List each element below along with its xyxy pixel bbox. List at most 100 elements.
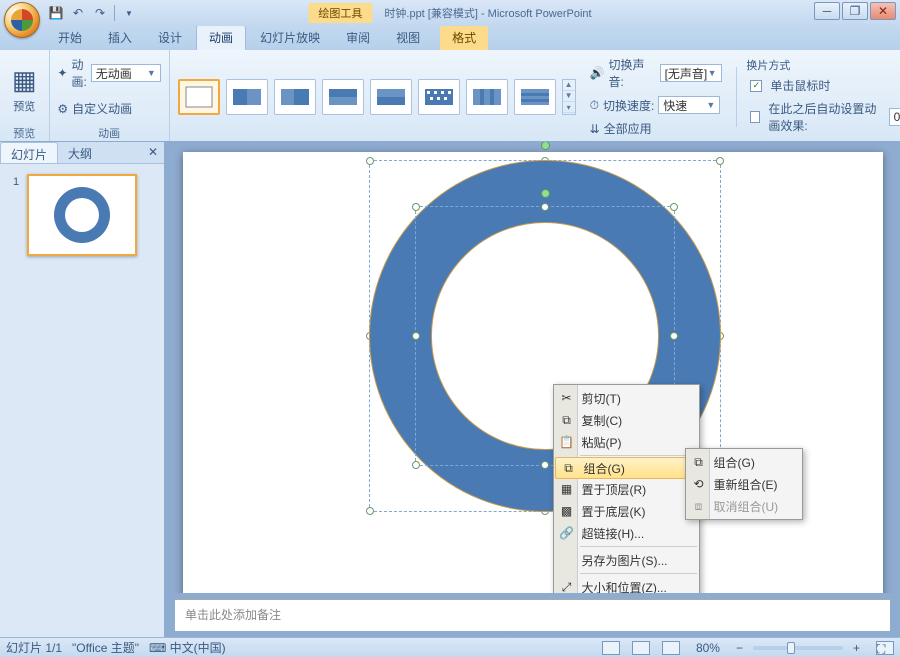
fit-window-icon[interactable]: ⛶ bbox=[876, 641, 894, 655]
resize-handle[interactable] bbox=[716, 157, 724, 165]
restore-button[interactable]: ❐ bbox=[842, 2, 868, 20]
anim-combo-row: ✦动画:无动画▼ bbox=[53, 54, 164, 92]
tab-view[interactable]: 视图 bbox=[384, 25, 432, 50]
anim-value: 无动画 bbox=[96, 65, 132, 82]
view-normal-icon[interactable] bbox=[602, 641, 620, 655]
resize-handle[interactable] bbox=[366, 157, 374, 165]
trans-item[interactable] bbox=[466, 79, 508, 115]
sound-icon: 🔊 bbox=[590, 66, 605, 80]
tab-anim[interactable]: 动画 bbox=[196, 24, 246, 50]
minimize-button[interactable]: ─ bbox=[814, 2, 840, 20]
slide-editor[interactable]: ✂剪切(T) ⧉复制(C) 📋粘贴(P) ⧉组合(G)▶ ▦置于顶层(R)▶ ▩… bbox=[165, 142, 900, 593]
save-icon[interactable]: 💾 bbox=[46, 3, 66, 23]
view-show-icon[interactable] bbox=[662, 641, 680, 655]
zoom-out-icon[interactable]: − bbox=[736, 641, 743, 655]
menu-hyperlink[interactable]: 🔗超链接(H)... bbox=[554, 522, 699, 544]
size-icon: ⤢ bbox=[558, 580, 576, 594]
undo-icon[interactable]: ↶ bbox=[68, 3, 88, 23]
pane-close-icon[interactable]: ✕ bbox=[142, 142, 164, 163]
redo-icon[interactable]: ↷ bbox=[90, 3, 110, 23]
zoom-value[interactable]: 80% bbox=[696, 641, 720, 655]
tab-start[interactable]: 开始 bbox=[46, 25, 94, 50]
submenu-regroup[interactable]: ⟲重新组合(E) bbox=[686, 473, 802, 495]
sound-row: 🔊切换声音:[无声音]▼ bbox=[586, 54, 726, 92]
tab-design[interactable]: 设计 bbox=[146, 25, 194, 50]
menu-save-as-pic[interactable]: 另存为图片(S)... bbox=[554, 549, 699, 571]
close-button[interactable]: ✕ bbox=[870, 2, 896, 20]
resize-handle[interactable] bbox=[412, 461, 420, 469]
qat-customize-icon[interactable]: ▼ bbox=[119, 3, 139, 23]
thumbnails: 1 bbox=[0, 164, 164, 637]
trans-item[interactable] bbox=[226, 79, 268, 115]
contextual-tab-label: 绘图工具 bbox=[308, 3, 372, 23]
speed-combo[interactable]: 快速▼ bbox=[658, 96, 720, 114]
link-icon: 🔗 bbox=[558, 526, 576, 540]
after-check[interactable]: 在此之后自动设置动画效果:00:00▾ bbox=[746, 98, 900, 136]
status-lang[interactable]: ⌨ 中文(中国) bbox=[149, 639, 226, 656]
submenu-group[interactable]: ⧉组合(G) bbox=[686, 451, 802, 473]
menu-group[interactable]: ⧉组合(G)▶ bbox=[555, 457, 698, 479]
tab-slides-pane[interactable]: 幻灯片 bbox=[0, 142, 58, 163]
zoom-slider[interactable] bbox=[753, 646, 843, 650]
anim-combo[interactable]: 无动画▼ bbox=[91, 64, 161, 82]
regroup-icon: ⟲ bbox=[690, 477, 708, 491]
star-icon: ✦ bbox=[57, 66, 67, 80]
trans-item[interactable] bbox=[418, 79, 460, 115]
apply-all-button[interactable]: ⇊全部应用 bbox=[586, 118, 726, 139]
preview-button[interactable]: ▦预览 bbox=[8, 63, 41, 116]
menu-copy[interactable]: ⧉复制(C) bbox=[554, 409, 699, 431]
rotate-handle[interactable] bbox=[541, 142, 550, 150]
trans-item[interactable] bbox=[370, 79, 412, 115]
checkbox-icon bbox=[750, 111, 760, 123]
lang-icon: ⌨ bbox=[149, 641, 170, 655]
tab-slideshow[interactable]: 幻灯片放映 bbox=[248, 25, 332, 50]
cut-icon: ✂ bbox=[558, 391, 576, 405]
rotate-handle[interactable] bbox=[541, 189, 550, 198]
quick-access-toolbar: 💾 ↶ ↷ ▼ bbox=[46, 3, 139, 23]
left-pane: 幻灯片 大纲 ✕ 1 bbox=[0, 142, 165, 637]
resize-handle[interactable] bbox=[412, 332, 420, 340]
after-time[interactable]: 00:00▾ bbox=[889, 108, 900, 126]
copy-icon: ⧉ bbox=[558, 413, 576, 428]
ungroup-icon: ⧈ bbox=[690, 499, 708, 514]
slide-thumbnail[interactable]: 1 bbox=[27, 174, 137, 256]
apply-icon: ⇊ bbox=[590, 122, 600, 136]
trans-none[interactable] bbox=[178, 79, 220, 115]
canvas-area: ✂剪切(T) ⧉复制(C) 📋粘贴(P) ⧉组合(G)▶ ▦置于顶层(R)▶ ▩… bbox=[165, 142, 900, 637]
custom-anim-label: 自定义动画 bbox=[72, 100, 132, 117]
menu-cut[interactable]: ✂剪切(T) bbox=[554, 387, 699, 409]
menu-size-position[interactable]: ⤢大小和位置(Z)... bbox=[554, 576, 699, 593]
resize-handle[interactable] bbox=[366, 507, 374, 515]
menu-paste[interactable]: 📋粘贴(P) bbox=[554, 431, 699, 453]
menu-bring-front[interactable]: ▦置于顶层(R)▶ bbox=[554, 478, 699, 500]
resize-handle[interactable] bbox=[670, 203, 678, 211]
tab-insert[interactable]: 插入 bbox=[96, 25, 144, 50]
notes-pane[interactable]: 单击此处添加备注 bbox=[175, 599, 890, 631]
ribbon-tabs: 开始 插入 设计 动画 幻灯片放映 审阅 视图 格式 bbox=[0, 26, 900, 50]
context-menu: ✂剪切(T) ⧉复制(C) 📋粘贴(P) ⧉组合(G)▶ ▦置于顶层(R)▶ ▩… bbox=[553, 384, 700, 593]
resize-handle[interactable] bbox=[670, 332, 678, 340]
resize-handle[interactable] bbox=[412, 203, 420, 211]
on-click-check[interactable]: ✓单击鼠标时 bbox=[746, 75, 900, 96]
tab-outline-pane[interactable]: 大纲 bbox=[58, 142, 102, 163]
resize-handle[interactable] bbox=[541, 203, 549, 211]
document-title: 时钟.ppt [兼容模式] - Microsoft PowerPoint bbox=[384, 5, 591, 21]
tab-review[interactable]: 审阅 bbox=[334, 25, 382, 50]
zoom-in-icon[interactable]: + bbox=[853, 641, 860, 655]
resize-handle[interactable] bbox=[541, 461, 549, 469]
gallery-scroll[interactable]: ▲▼▾ bbox=[562, 79, 576, 115]
gear-star-icon: ⚙ bbox=[57, 102, 68, 116]
sound-combo[interactable]: [无声音]▼ bbox=[660, 64, 722, 82]
slide-number: 1 bbox=[13, 176, 19, 188]
trans-item[interactable] bbox=[274, 79, 316, 115]
tab-format[interactable]: 格式 bbox=[440, 25, 488, 50]
workspace: 幻灯片 大纲 ✕ 1 bbox=[0, 142, 900, 637]
trans-item[interactable] bbox=[322, 79, 364, 115]
group-icon: ⧉ bbox=[690, 455, 708, 470]
office-button[interactable] bbox=[4, 2, 40, 38]
trans-item[interactable] bbox=[514, 79, 556, 115]
view-sorter-icon[interactable] bbox=[632, 641, 650, 655]
status-theme: "Office 主题" bbox=[72, 639, 139, 656]
menu-send-back[interactable]: ▩置于底层(K)▶ bbox=[554, 500, 699, 522]
custom-anim-button[interactable]: ⚙ 自定义动画 bbox=[53, 98, 136, 119]
